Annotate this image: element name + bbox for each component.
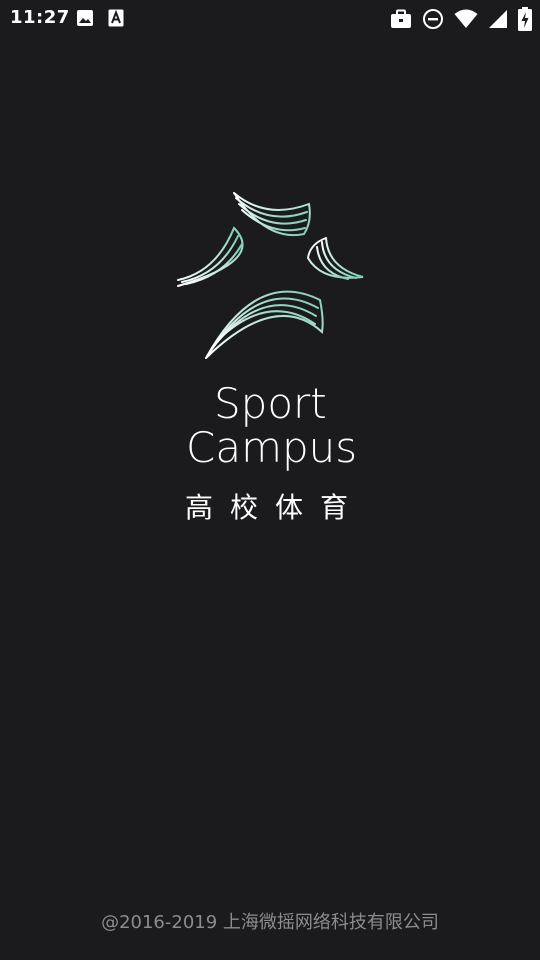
status-right-icons xyxy=(390,7,532,31)
status-time: 11:27 xyxy=(10,7,70,28)
font-icon xyxy=(108,9,124,27)
brand-chinese-name: 高校体育 xyxy=(185,491,366,524)
status-left-icons xyxy=(76,9,124,27)
do-not-disturb-icon xyxy=(422,8,444,30)
image-icon xyxy=(76,9,94,27)
sport-campus-logo-icon xyxy=(176,190,366,362)
brand-name: Sport Campus xyxy=(186,379,358,472)
battery-charging-icon xyxy=(518,7,532,31)
status-bar: 11:27 xyxy=(0,0,540,36)
wifi-icon xyxy=(454,9,478,29)
briefcase-icon xyxy=(390,9,412,29)
brand-line-campus: Campus xyxy=(186,423,358,472)
brand-line-sport: Sport xyxy=(214,379,327,428)
copyright-text: @2016-2019 上海微摇网络科技有限公司 xyxy=(101,912,439,933)
signal-icon xyxy=(488,9,508,29)
